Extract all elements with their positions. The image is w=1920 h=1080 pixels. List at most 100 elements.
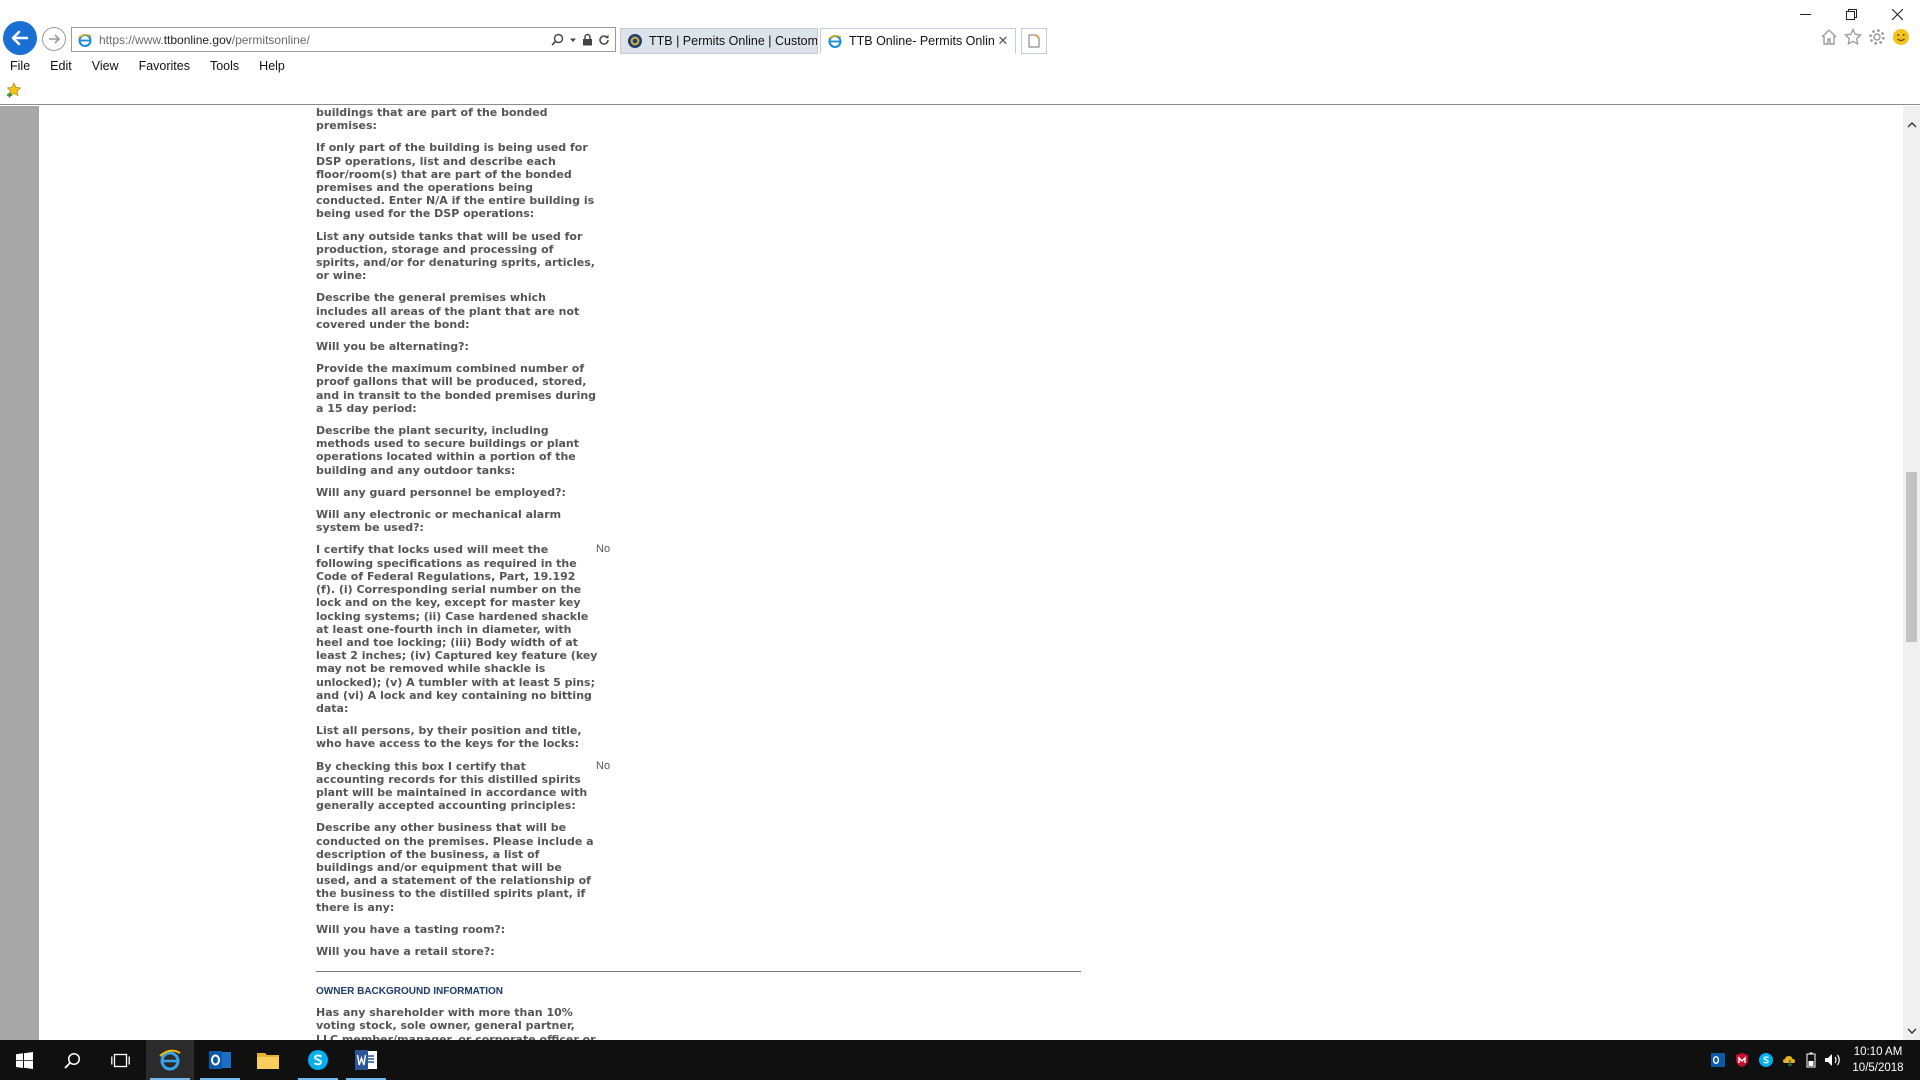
outlook-icon	[209, 1051, 231, 1069]
windows-taskbar: 10:10 AM 10/5/2018	[0, 1040, 1920, 1080]
home-icon[interactable]	[1820, 28, 1838, 46]
tab-title: TTB | Permits Online | Custom...	[649, 34, 817, 48]
restore-icon	[1845, 8, 1857, 20]
page-viewport: buildings that are part of the bonded pr…	[0, 106, 1920, 1040]
question-row: Describe the general premises which incl…	[316, 291, 1076, 331]
question-row: Describe the plant security, including m…	[316, 424, 1076, 477]
menu-file[interactable]: File	[0, 56, 40, 76]
question-row: By checking this box I certify that acco…	[316, 760, 1076, 813]
tab-ttb-online-permits-online[interactable]: TTB Online- Permits Online... ✕	[820, 28, 1016, 54]
task-view-button[interactable]	[96, 1040, 144, 1080]
menu-favorites[interactable]: Favorites	[129, 56, 200, 76]
question-row: Will any electronic or mechanical alarm …	[316, 508, 1076, 534]
restore-button[interactable]	[1828, 0, 1874, 28]
taskbar-clock[interactable]: 10:10 AM 10/5/2018	[1848, 1044, 1908, 1076]
address-bar[interactable]: https://www.ttbonline.gov/permitsonline/	[71, 27, 616, 52]
mcafee-shield-icon[interactable]	[1734, 1052, 1750, 1068]
lock-icon[interactable]	[582, 33, 593, 46]
question-row: If only part of the building is being us…	[316, 141, 1076, 220]
scroll-thumb[interactable]	[1906, 472, 1917, 642]
question-row: Provide the maximum combined number of p…	[316, 362, 1076, 415]
favorites-bar	[6, 82, 22, 103]
new-tab-icon	[1028, 34, 1040, 48]
question-row: buildings that are part of the bonded pr…	[316, 106, 1076, 132]
url-domain: ttbonline.gov	[163, 32, 232, 47]
outlook-tray-icon[interactable]	[1710, 1052, 1726, 1068]
question-label: buildings that are part of the bonded pr…	[316, 106, 548, 133]
question-label: By checking this box I certify that acco…	[316, 759, 588, 813]
question-label: Will you be alternating?:	[316, 340, 469, 354]
menu-edit[interactable]: Edit	[40, 56, 82, 76]
ie-page-icon	[828, 35, 842, 48]
question-label: List all persons, by their position and …	[316, 724, 582, 751]
question-label: I certify that locks used will meet the …	[316, 543, 598, 715]
address-url[interactable]: https://www.ttbonline.gov/permitsonline/	[99, 33, 551, 47]
taskbar-word[interactable]	[342, 1040, 390, 1080]
application-review-content: buildings that are part of the bonded pr…	[316, 106, 1081, 1040]
question-row: List any outside tanks that will be used…	[316, 230, 1076, 283]
browser-right-icons	[1820, 28, 1910, 46]
system-tray	[1710, 1040, 1842, 1080]
vertical-scrollbar[interactable]	[1903, 106, 1920, 1040]
question-label: Describe any other business that will be…	[316, 821, 594, 914]
minimize-button[interactable]	[1782, 0, 1828, 28]
page-left-gutter	[0, 106, 39, 1040]
close-tab-icon[interactable]: ✕	[995, 33, 1011, 49]
question-row: Has any shareholder with more than 10% v…	[316, 1006, 1076, 1040]
add-to-favorites-bar-icon[interactable]	[6, 82, 22, 98]
battery-icon[interactable]	[1806, 1052, 1816, 1068]
menu-help[interactable]: Help	[249, 56, 295, 76]
feedback-smiley-icon[interactable]	[1892, 28, 1910, 46]
search-icon	[63, 1052, 80, 1069]
answer-value: No	[596, 759, 611, 772]
question-row: Will you have a tasting room?:	[316, 923, 1076, 936]
tab-ttb-permits-online-custom[interactable]: TTB | Permits Online | Custom...	[620, 28, 818, 54]
back-button[interactable]	[3, 21, 37, 55]
search-icon[interactable]	[551, 33, 564, 46]
menu-bar: File Edit View Favorites Tools Help	[0, 56, 295, 76]
question-list: buildings that are part of the bonded pr…	[316, 106, 1076, 958]
section-divider	[316, 971, 1081, 973]
owner-question-list: Has any shareholder with more than 10% v…	[316, 1006, 1076, 1040]
close-window-button[interactable]	[1874, 0, 1920, 28]
section-heading-owner-background: OWNER BACKGROUND INFORMATION	[316, 986, 504, 998]
back-arrow-icon	[11, 30, 29, 46]
question-row: Will you be alternating?:	[316, 340, 1076, 353]
scroll-up-button[interactable]	[1903, 116, 1920, 133]
question-label: Will you have a retail store?:	[316, 944, 495, 958]
menu-tools[interactable]: Tools	[200, 56, 249, 76]
question-label: Provide the maximum combined number of p…	[316, 362, 597, 415]
scroll-down-button[interactable]	[1903, 1023, 1920, 1040]
question-label: Will any guard personnel be employed?:	[316, 485, 566, 499]
taskbar-internet-explorer[interactable]	[146, 1040, 194, 1080]
clock-time: 10:10 AM	[1853, 1046, 1903, 1058]
windows-logo-icon	[15, 1051, 33, 1069]
menu-view[interactable]: View	[82, 56, 129, 76]
chevron-down-icon	[1907, 1028, 1916, 1034]
new-tab-button[interactable]	[1021, 28, 1047, 54]
search-button[interactable]	[48, 1040, 96, 1080]
question-row: Will any guard personnel be employed?:	[316, 486, 1076, 499]
cloud-sync-icon[interactable]	[1782, 1052, 1798, 1068]
task-view-icon	[110, 1053, 130, 1067]
minimize-icon	[1799, 13, 1811, 15]
settings-gear-icon[interactable]	[1868, 28, 1886, 46]
start-button[interactable]	[0, 1040, 48, 1080]
skype-tray-icon[interactable]	[1758, 1052, 1774, 1068]
chevron-up-icon	[1907, 122, 1916, 128]
taskbar-skype[interactable]	[294, 1040, 342, 1080]
dropdown-arrow-icon[interactable]	[569, 36, 577, 44]
favorites-star-icon[interactable]	[1844, 28, 1862, 46]
browser-chrome: https://www.ttbonline.gov/permitsonline/…	[0, 0, 1920, 105]
ttb-seal-icon	[628, 34, 642, 48]
ie-page-icon	[78, 33, 92, 47]
forward-button[interactable]	[42, 27, 66, 51]
taskbar-outlook[interactable]	[196, 1040, 244, 1080]
word-icon	[355, 1050, 377, 1070]
question-label: Will you have a tasting room?:	[316, 922, 506, 936]
question-label: List any outside tanks that will be used…	[316, 229, 595, 283]
volume-icon[interactable]	[1824, 1052, 1842, 1068]
url-prefix: https://www.	[99, 32, 164, 47]
refresh-icon[interactable]	[598, 34, 610, 46]
taskbar-file-explorer[interactable]	[244, 1040, 292, 1080]
